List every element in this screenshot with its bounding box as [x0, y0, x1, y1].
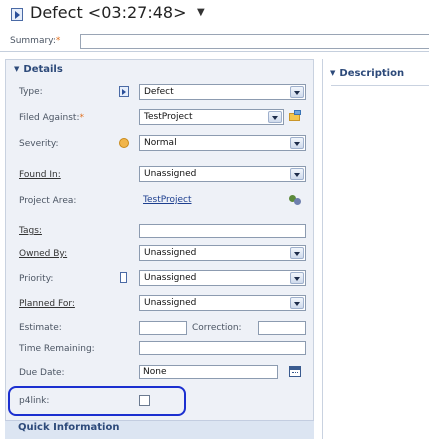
chevron-down-icon[interactable]: [290, 297, 304, 309]
severity-normal-icon: [119, 138, 129, 148]
chevron-down-icon[interactable]: [290, 137, 304, 149]
correction-label: Correction:: [192, 323, 242, 333]
chevron-down-icon[interactable]: [290, 168, 304, 180]
collapse-triangle-icon: ▼: [330, 69, 336, 77]
due-date-label: Due Date:: [19, 368, 65, 378]
correction-input[interactable]: [258, 321, 306, 335]
estimate-label: Estimate:: [19, 323, 62, 333]
category-icon[interactable]: [289, 110, 302, 122]
filed-against-label: Filed Against:*: [19, 113, 84, 123]
chevron-down-icon[interactable]: [290, 272, 304, 284]
time-remaining-label: Time Remaining:: [19, 344, 95, 354]
summary-input[interactable]: [80, 34, 429, 49]
editor-title: Defect <03:27:48>: [30, 3, 187, 22]
chevron-down-icon[interactable]: [268, 111, 282, 123]
title-dropdown-icon[interactable]: ▼: [197, 7, 205, 18]
project-area-link[interactable]: TestProject: [143, 195, 192, 205]
summary-row: Summary:*: [0, 32, 429, 52]
project-area-label: Project Area:: [19, 196, 77, 206]
priority-label: Priority:: [19, 274, 54, 284]
planned-for-label[interactable]: Planned For:: [19, 299, 75, 309]
chevron-down-icon[interactable]: [290, 86, 304, 98]
description-section: [322, 59, 429, 439]
owned-by-label[interactable]: Owned By:: [19, 249, 67, 259]
description-divider: [331, 85, 429, 86]
owned-by-combo[interactable]: Unassigned: [139, 245, 306, 261]
estimate-input[interactable]: [139, 321, 187, 335]
severity-label: Severity:: [19, 139, 59, 149]
editor-title-bar: Defect <03:27:48> ▼: [0, 0, 429, 30]
calendar-icon[interactable]: [289, 366, 301, 377]
due-date-input[interactable]: None: [139, 365, 278, 379]
found-in-combo[interactable]: Unassigned: [139, 166, 306, 182]
severity-combo[interactable]: Normal: [139, 135, 306, 151]
p4link-label: p4link:: [19, 396, 50, 406]
details-section-header[interactable]: ▼ Details: [14, 64, 63, 75]
defect-type-icon: [119, 86, 129, 97]
collapse-triangle-icon: ▼: [14, 65, 20, 73]
filed-against-combo[interactable]: TestProject: [139, 109, 284, 125]
summary-label: Summary:*: [10, 36, 61, 46]
chevron-down-icon[interactable]: [290, 247, 304, 259]
priority-combo[interactable]: Unassigned: [139, 270, 306, 286]
tags-label[interactable]: Tags:: [19, 226, 42, 236]
tags-input[interactable]: [139, 224, 306, 238]
priority-icon: [120, 272, 127, 283]
description-section-header[interactable]: ▼ Description: [330, 68, 404, 79]
found-in-label[interactable]: Found In:: [19, 170, 61, 180]
project-area-icon[interactable]: [288, 194, 302, 207]
quick-information-header[interactable]: Quick Information: [18, 422, 119, 433]
type-label: Type:: [19, 87, 43, 97]
time-remaining-input[interactable]: [139, 341, 306, 355]
p4link-checkbox[interactable]: [139, 395, 150, 406]
planned-for-combo[interactable]: Unassigned: [139, 295, 306, 311]
work-item-icon: [11, 8, 23, 21]
type-combo[interactable]: Defect: [139, 84, 306, 100]
